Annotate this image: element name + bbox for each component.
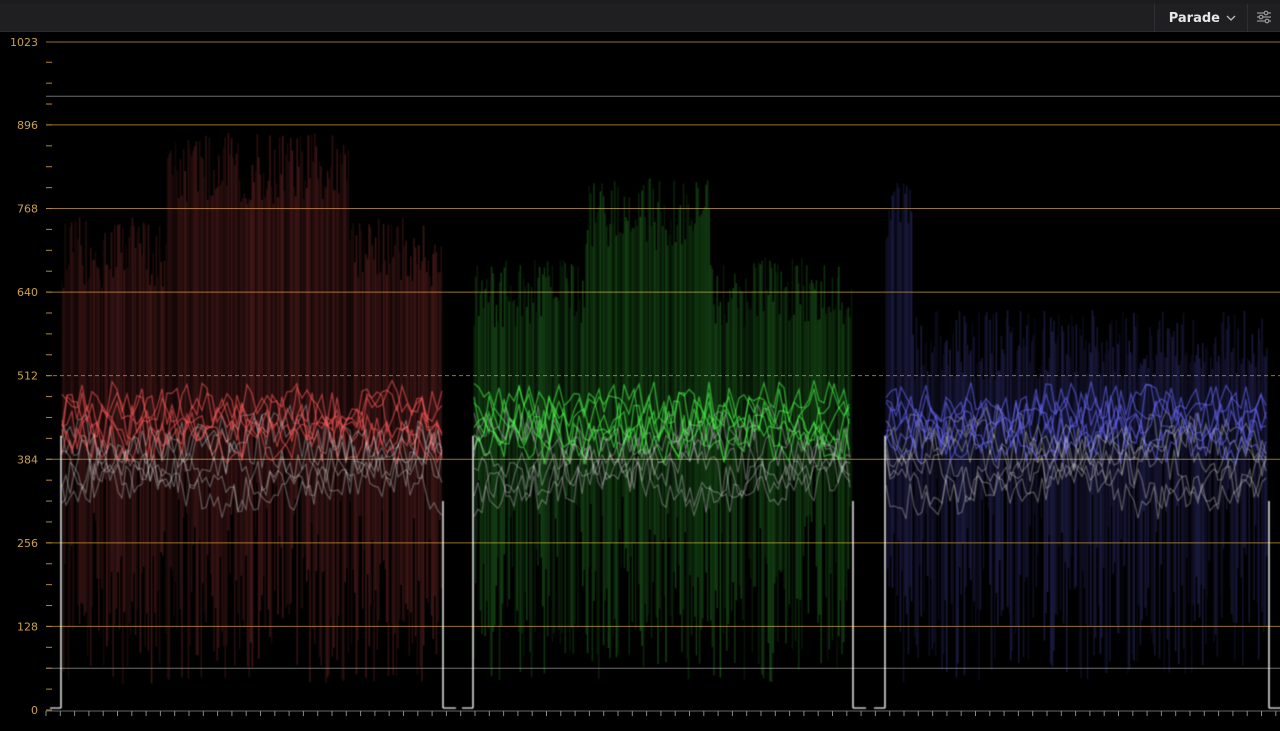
scale-label-256: 256 bbox=[17, 537, 38, 550]
sliders-icon bbox=[1256, 9, 1272, 28]
scope-toolbar: Parade bbox=[0, 4, 1280, 32]
waveform-traces bbox=[50, 133, 1280, 709]
chevron-down-icon bbox=[1226, 13, 1236, 23]
scope-settings-button[interactable] bbox=[1247, 4, 1280, 32]
scale-labels: 1023 896 768 640 512 384 256 128 0 bbox=[10, 36, 38, 717]
scope-mode-label: Parade bbox=[1168, 10, 1220, 26]
scope-mode-dropdown[interactable]: Parade bbox=[1153, 4, 1246, 32]
scale-label-1023: 1023 bbox=[10, 36, 38, 49]
scale-label-128: 128 bbox=[17, 620, 38, 633]
parade-waveform-canvas: 1023 896 768 640 512 384 256 128 0 bbox=[10, 36, 1280, 717]
scale-label-0: 0 bbox=[31, 704, 38, 717]
green-channel-trace bbox=[462, 178, 866, 709]
waveform-scope[interactable]: 1023 896 768 640 512 384 256 128 0 bbox=[0, 32, 1280, 731]
scale-label-640: 640 bbox=[17, 286, 38, 299]
bottom-axis bbox=[45, 710, 1280, 716]
scale-label-384: 384 bbox=[17, 453, 38, 466]
blue-channel-trace bbox=[874, 182, 1280, 709]
scale-label-896: 896 bbox=[17, 119, 38, 132]
red-channel-trace bbox=[50, 133, 456, 709]
scale-label-512: 512 bbox=[17, 370, 38, 383]
scale-label-768: 768 bbox=[17, 203, 38, 216]
